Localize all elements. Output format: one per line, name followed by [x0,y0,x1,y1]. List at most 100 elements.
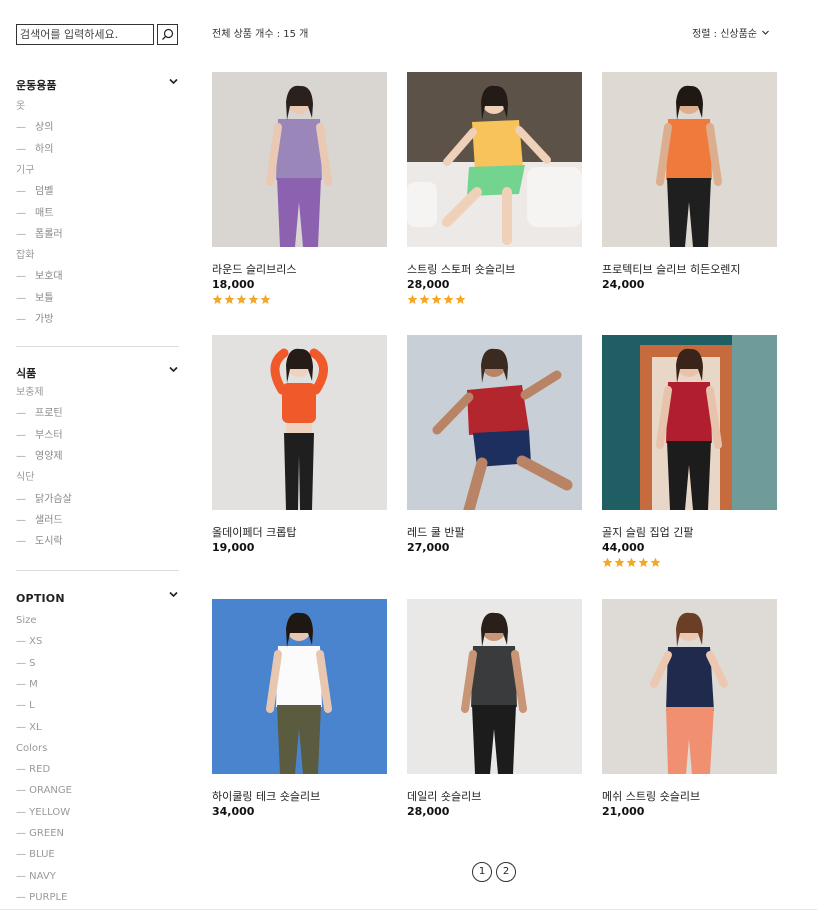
sidebar-item[interactable]: — GREEN [16,827,64,841]
footer-divider [0,909,817,910]
star-icon [407,294,418,304]
sidebar-item[interactable]: — NAVY [16,870,56,884]
sidebar-item[interactable]: — 부스터 [16,429,63,443]
sidebar-group-label: Colors [16,742,48,754]
product-image[interactable] [602,599,777,774]
product-price: 28,000 [407,278,450,291]
product-image[interactable] [602,72,777,247]
sidebar-item[interactable]: — 하의 [16,143,53,157]
sidebar-group-label: 보충제 [16,387,44,398]
product-image[interactable] [212,335,387,510]
page-button-2[interactable]: 2 [496,862,516,882]
sidebar-item[interactable]: — L [16,699,35,713]
divider [16,570,179,571]
sidebar-item[interactable]: — 도시락 [16,535,63,549]
sidebar-group-label: 식단 [16,472,35,484]
product-image[interactable] [212,599,387,774]
dash-icon: — [16,429,26,441]
dash-icon: — [16,514,26,526]
sidebar-group-label: 기구 [16,164,35,176]
product-name[interactable]: 메쉬 스트링 숏슬리브 [602,788,700,804]
product-card[interactable]: 라운드 슬리브리스 18,000 [212,72,387,304]
sidebar-group-label: 잡화 [16,250,35,262]
product-card[interactable]: 스트링 스토퍼 숏슬리브 28,000 [407,72,582,304]
rating-stars [212,294,271,305]
sidebar-item-label: 도시락 [35,536,63,548]
category-sports-header[interactable]: 운동용품 [16,74,179,92]
dash-icon: — [16,450,26,462]
sidebar-item-label: 가방 [35,314,54,325]
dash-icon: — [16,408,26,420]
sidebar-item[interactable]: — 영양제 [16,450,63,464]
category-sports: 운동용품 옷 — 상의 — 하의 기구 — 덤벨 — 매트 — 폼롤러 잡화 — 보호대 — 보틀 — 가방 [16,74,179,325]
sidebar-item-label: 덤벨 [35,186,54,198]
sidebar-item[interactable]: — 폼롤러 [16,228,63,242]
sidebar-item[interactable]: — PURPLE [16,891,67,905]
sidebar-item-label: 폼롤러 [35,228,63,240]
product-card[interactable]: 올데이페더 크롭탑 19,000 [212,335,387,554]
chevron-down-icon [762,30,769,35]
sidebar-item[interactable]: — 보틀 [16,292,53,306]
search-input[interactable] [16,24,154,45]
sidebar-item-label: 닭가슴살 [35,493,72,505]
product-card[interactable]: 레드 쿨 반팔 27,000 [407,335,582,554]
product-image[interactable] [407,599,582,774]
product-image[interactable] [602,335,777,510]
product-card[interactable]: 프로텍티브 슬리브 히든오렌지 24,000 [602,72,777,291]
product-name[interactable]: 하이쿨링 테크 숏슬리브 [212,788,320,804]
star-icon [224,294,235,304]
dash-icon: — [16,493,26,505]
product-name[interactable]: 레드 쿨 반팔 [407,524,465,540]
search-bar [16,24,179,45]
product-price: 19,000 [212,541,255,554]
divider [16,346,179,347]
sidebar-item[interactable]: — S [16,657,36,671]
dash-icon: — [16,536,26,548]
product-name[interactable]: 올데이페더 크롭탑 [212,524,296,540]
category-title: OPTION [16,592,65,605]
sidebar-item[interactable]: — YELLOW [16,806,70,820]
sidebar-item[interactable]: — 매트 [16,207,53,221]
sidebar-item[interactable]: — BLUE [16,848,55,862]
category-option-header[interactable]: OPTION [16,587,179,605]
product-card[interactable]: 데일리 숏슬리브 28,000 [407,599,582,818]
sidebar-item[interactable]: — 덤벨 [16,185,53,199]
sort-dropdown[interactable]: 정렬 : 신상품순 [692,25,770,40]
star-icon [455,294,466,304]
sidebar-item[interactable]: — 보호대 [16,270,63,284]
category-title: 식품 [16,367,37,380]
rating-stars [602,557,661,568]
sidebar-item[interactable]: — 샐러드 [16,514,63,528]
category-option: OPTION Size — XS — S — M — L — XL Colors — RED —… [16,587,179,903]
sidebar-item-label: 영양제 [35,450,63,462]
product-price: 28,000 [407,805,450,818]
product-image[interactable] [212,72,387,247]
product-name[interactable]: 데일리 숏슬리브 [407,788,481,804]
product-name[interactable]: 스트링 스토퍼 숏슬리브 [407,261,515,277]
product-name[interactable]: 골지 슬림 집업 긴팔 [602,524,693,540]
product-price: 24,000 [602,278,645,291]
product-image[interactable] [407,335,582,510]
product-name[interactable]: 프로텍티브 슬리브 히든오렌지 [602,261,741,277]
sidebar-item[interactable]: — XS [16,635,42,649]
rating-stars [407,294,466,305]
sidebar-item[interactable]: — XL [16,721,42,735]
product-card[interactable]: 하이쿨링 테크 숏슬리브 34,000 [212,599,387,818]
sidebar-item[interactable]: — 가방 [16,313,53,327]
category-food-header[interactable]: 식품 [16,362,179,380]
search-button[interactable] [157,24,178,45]
star-icon [638,557,649,567]
product-card[interactable]: 메쉬 스트링 숏슬리브 21,000 [602,599,777,818]
product-name[interactable]: 라운드 슬리브리스 [212,261,296,277]
sidebar-item-label: 보호대 [35,271,63,283]
sidebar-item[interactable]: — 닭가슴살 [16,493,72,507]
sidebar: 운동용품 옷 — 상의 — 하의기구 — 덤벨 — 매트 — 폼롤러잡화 — 보호대 — 보틀 — 가방 식품 … [16,24,179,903]
sidebar-item[interactable]: — RED [16,763,50,777]
product-card[interactable]: 골지 슬림 집업 긴팔 44,000 [602,335,777,567]
sidebar-item[interactable]: — 상의 [16,121,53,135]
page-button-1[interactable]: 1 [472,862,492,882]
sidebar-item[interactable]: — M [16,678,38,692]
sidebar-item[interactable]: — ORANGE [16,784,72,798]
product-image[interactable] [407,72,582,247]
sidebar-item[interactable]: — 프로틴 [16,407,63,421]
